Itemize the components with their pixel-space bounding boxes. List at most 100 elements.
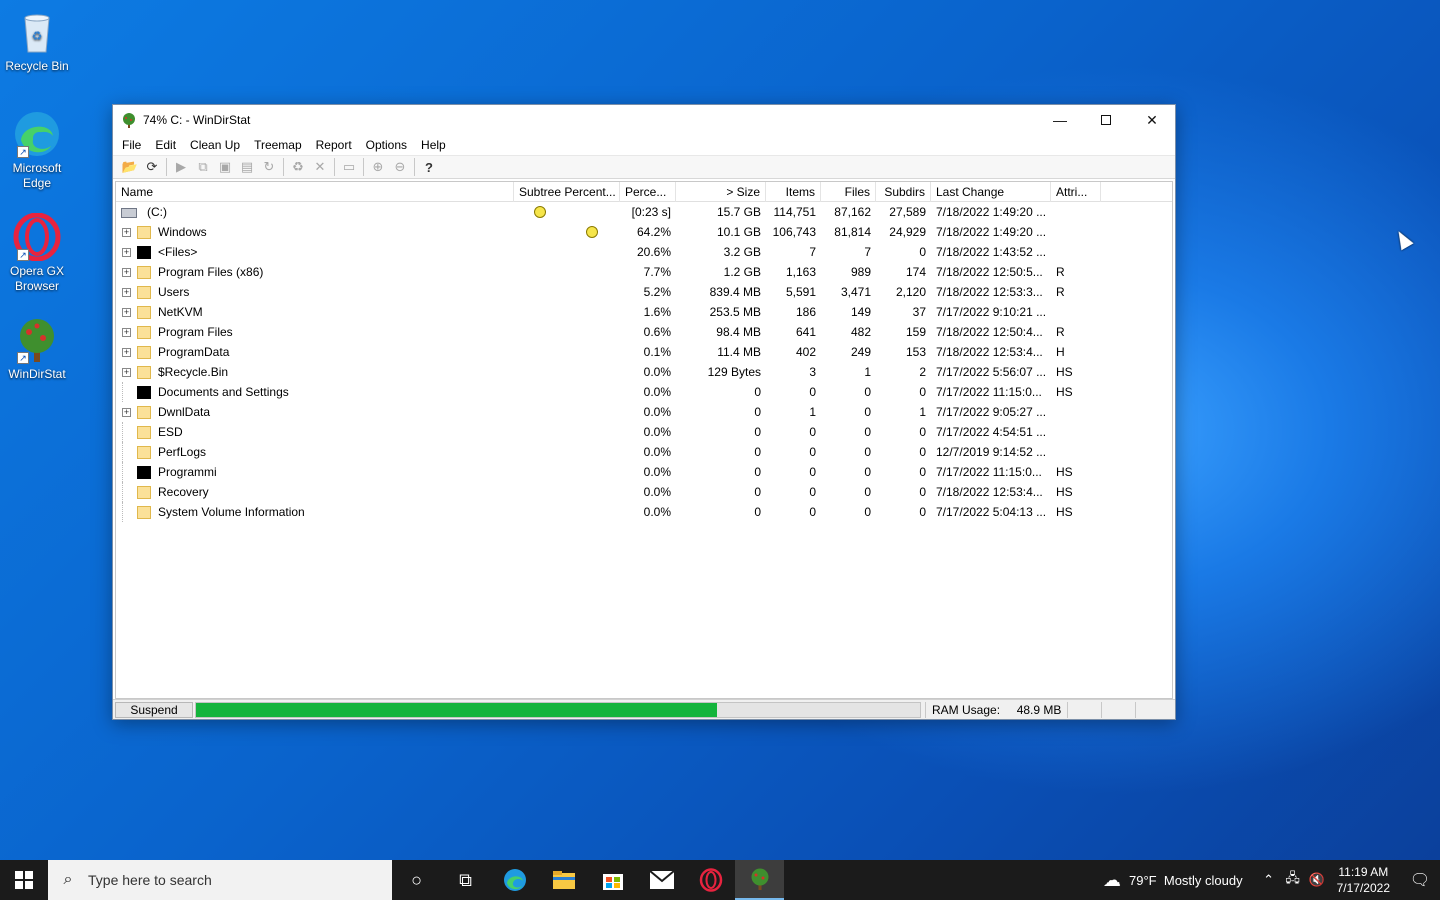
table-row[interactable]: + Users 5.2% 839.4 MB 5,591 3,471 2,120 7…: [116, 282, 1172, 302]
taskbar-edge[interactable]: [490, 860, 539, 900]
table-row[interactable]: Programmi 0.0% 0 0 0 0 7/17/2022 11:15:0…: [116, 462, 1172, 482]
table-row[interactable]: + Program Files 0.6% 98.4 MB 641 482 159 …: [116, 322, 1172, 342]
column-header-name[interactable]: Name: [116, 182, 514, 202]
taskbar-clock[interactable]: 11:19 AM 7/17/2022: [1337, 864, 1390, 896]
row-attr: HS: [1056, 385, 1073, 399]
taskbar-store[interactable]: [588, 860, 637, 900]
minimize-button[interactable]: —: [1037, 105, 1083, 135]
row-percent: 0.0%: [643, 445, 671, 459]
desktop-icon-windirstat[interactable]: ↗ WinDirStat: [2, 316, 72, 382]
expand-icon[interactable]: +: [122, 247, 131, 257]
table-row[interactable]: PerfLogs 0.0% 0 0 0 0 12/7/2019 9:14:52 …: [116, 442, 1172, 462]
table-row[interactable]: ESD 0.0% 0 0 0 0 7/17/2022 4:54:51 ...: [116, 422, 1172, 442]
network-icon[interactable]: 🖧: [1281, 869, 1305, 891]
row-items: 3: [809, 365, 816, 379]
column-header-attributes[interactable]: Attri...: [1051, 182, 1101, 202]
mouse-cursor-icon: [1392, 227, 1414, 251]
taskbar-windirstat[interactable]: [735, 860, 784, 900]
close-button[interactable]: ✕: [1129, 105, 1175, 135]
expand-icon[interactable]: +: [122, 307, 131, 317]
menu-help[interactable]: Help: [414, 135, 453, 155]
weather-temp: 79°F: [1129, 872, 1157, 888]
row-subdirs: 0: [919, 465, 926, 479]
title-bar[interactable]: 74% C: - WinDirStat — ✕: [113, 105, 1175, 135]
table-row[interactable]: Recovery 0.0% 0 0 0 0 7/18/2022 12:53:4.…: [116, 482, 1172, 502]
folder-icon: [137, 505, 151, 519]
row-items: 641: [795, 325, 816, 339]
help-icon[interactable]: ?: [418, 157, 440, 177]
scan-progress-fill: [196, 702, 718, 717]
row-items: 106,743: [772, 225, 816, 239]
expand-icon[interactable]: +: [122, 407, 131, 417]
play-icon[interactable]: ▶: [170, 157, 192, 177]
column-header-percent[interactable]: Perce...: [620, 182, 676, 202]
column-header-last-change[interactable]: Last Change: [931, 182, 1051, 202]
desktop-icon-recycle-bin[interactable]: ♻ Recycle Bin: [2, 8, 72, 74]
directory-tree-list[interactable]: Name Subtree Percent... Perce... > Size …: [115, 181, 1173, 699]
refresh-selected-icon[interactable]: ↻: [258, 157, 280, 177]
volume-muted-icon[interactable]: 🔇: [1305, 872, 1329, 888]
expand-icon[interactable]: +: [122, 347, 131, 357]
table-row[interactable]: Documents and Settings 0.0% 0 0 0 0 7/17…: [116, 382, 1172, 402]
delete-icon[interactable]: ✕: [309, 157, 331, 177]
cortana-button[interactable]: ○: [392, 860, 441, 900]
table-row[interactable]: + $Recycle.Bin 0.0% 129 Bytes 3 1 2 7/17/…: [116, 362, 1172, 382]
desktop-icon-opera-gx[interactable]: ↗ Opera GX Browser: [2, 212, 72, 294]
menu-report[interactable]: Report: [309, 135, 359, 155]
recycle-icon[interactable]: ♻: [287, 157, 309, 177]
menu-clean-up[interactable]: Clean Up: [183, 135, 247, 155]
notification-center-icon[interactable]: 🗨: [1400, 870, 1440, 890]
copy-icon[interactable]: ⧉: [192, 157, 214, 177]
row-attr: [1051, 302, 1101, 322]
taskbar-file-explorer[interactable]: [539, 860, 588, 900]
column-header-files[interactable]: Files: [821, 182, 876, 202]
table-row[interactable]: + Program Files (x86) 7.7% 1.2 GB 1,163 9…: [116, 262, 1172, 282]
zoom-out-icon[interactable]: ⊖: [389, 157, 411, 177]
new-folder-icon[interactable]: ▭: [338, 157, 360, 177]
table-row[interactable]: + <Files> 20.6% 3.2 GB 7 7 0 7/18/2022 1:…: [116, 242, 1172, 262]
expand-icon[interactable]: +: [122, 327, 131, 337]
maximize-button[interactable]: [1083, 105, 1129, 135]
taskbar-opera-gx[interactable]: [686, 860, 735, 900]
chevron-up-icon[interactable]: ⌃: [1257, 872, 1281, 888]
menu-treemap[interactable]: Treemap: [247, 135, 309, 155]
column-header-subtree-percent[interactable]: Subtree Percent...: [514, 182, 620, 202]
weather-widget[interactable]: ☁ 79°F Mostly cloudy: [1103, 870, 1243, 891]
table-row[interactable]: + Windows 64.2% 10.1 GB 106,743 81,814 24…: [116, 222, 1172, 242]
table-row[interactable]: System Volume Information 0.0% 0 0 0 0 7…: [116, 502, 1172, 522]
toolbar-separator: [414, 158, 415, 176]
menu-edit[interactable]: Edit: [148, 135, 183, 155]
explorer-icon[interactable]: ▣: [214, 157, 236, 177]
zoom-in-icon[interactable]: ⊕: [367, 157, 389, 177]
taskbar-mail[interactable]: [637, 860, 686, 900]
task-view-button[interactable]: ⧉: [441, 860, 490, 900]
menu-file[interactable]: File: [115, 135, 148, 155]
row-subdirs: 0: [919, 425, 926, 439]
row-items: 402: [795, 345, 816, 359]
expand-icon[interactable]: +: [122, 287, 131, 297]
table-row[interactable]: + ProgramData 0.1% 11.4 MB 402 249 153 7/…: [116, 342, 1172, 362]
row-subdirs: 0: [919, 245, 926, 259]
taskbar-search-box[interactable]: ⌕ Type here to search: [48, 860, 392, 900]
suspend-button[interactable]: Suspend: [115, 701, 193, 718]
column-header-size[interactable]: > Size: [676, 182, 766, 202]
table-row[interactable]: + DwnlData 0.0% 0 1 0 1 7/17/2022 9:05:27…: [116, 402, 1172, 422]
open-icon[interactable]: 📂: [119, 157, 141, 177]
row-name: System Volume Information: [158, 505, 305, 519]
expand-icon[interactable]: +: [122, 267, 131, 277]
table-row[interactable]: + NetKVM 1.6% 253.5 MB 186 149 37 7/17/20…: [116, 302, 1172, 322]
refresh-icon[interactable]: ⟳: [141, 157, 163, 177]
start-button[interactable]: [0, 860, 48, 900]
row-name: Program Files: [158, 325, 233, 339]
expand-icon[interactable]: +: [122, 367, 131, 377]
column-header-items[interactable]: Items: [766, 182, 821, 202]
command-prompt-icon[interactable]: ▤: [236, 157, 258, 177]
subtree-cell: [514, 442, 620, 462]
row-items: 0: [809, 445, 816, 459]
menu-options[interactable]: Options: [359, 135, 414, 155]
desktop-icon-edge[interactable]: ↗ Microsoft Edge: [2, 110, 72, 191]
row-percent: [0:23 s]: [631, 205, 671, 219]
column-header-subdirs[interactable]: Subdirs: [876, 182, 931, 202]
table-row-root[interactable]: (C:) [0:23 s] 15.7 GB 114,751 87,162 27,…: [116, 202, 1172, 222]
expand-icon[interactable]: +: [122, 227, 131, 237]
